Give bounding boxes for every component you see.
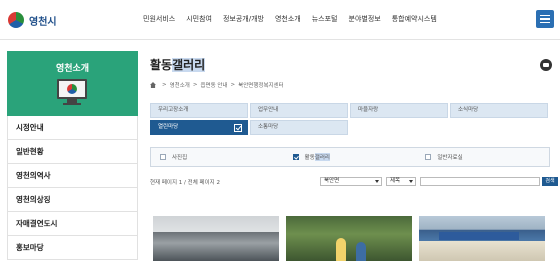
- gallery-thumbnail[interactable]: [153, 216, 279, 261]
- tab-village-pride[interactable]: 마을자랑: [350, 103, 448, 118]
- nav-about-yeongcheon[interactable]: 영천소개: [275, 14, 301, 24]
- breadcrumb-item[interactable]: 영천소개: [170, 81, 190, 89]
- menu-icon: [540, 14, 550, 17]
- nav-information-disclosure[interactable]: 정보공개/개방: [223, 14, 264, 24]
- gallery-thumbnail[interactable]: [286, 216, 412, 261]
- page-info: 현재 페이지 1 / 전체 페이지 2: [150, 180, 220, 186]
- sidebar-menu: 시정안내 일반현황 영천의역사 영천의상징 자매결연도시 홍보마당: [7, 116, 138, 260]
- checkbox-checked[interactable]: [292, 154, 299, 160]
- site-logo[interactable]: 영천시: [8, 10, 68, 30]
- tab-news[interactable]: 소식마당: [450, 103, 548, 118]
- sidebar-title: 영천소개: [55, 64, 90, 74]
- nav-reservation-system[interactable]: 통합예약시스템: [392, 14, 437, 24]
- logo-text: 영천시: [29, 16, 57, 28]
- site-header: 영천시 민원서비스 시민참여 정보공개/개방 영천소개 뉴스포털 분야별정보 통…: [0, 0, 560, 40]
- department-select[interactable]: 북안면: [320, 177, 382, 186]
- sidebar: 영천소개 시정안내 일반현황 영천의역사 영천의상징 자매결연도시 홍보마당: [7, 51, 138, 260]
- nav-civil-service[interactable]: 민원서비스: [143, 14, 175, 24]
- sidebar-item-symbols[interactable]: 영천의상징: [8, 188, 137, 212]
- filter-activity-gallery[interactable]: 활동 갤러리: [284, 153, 417, 161]
- home-icon[interactable]: [150, 82, 156, 88]
- checkbox-icon: [234, 124, 242, 132]
- city-emblem-icon: [67, 84, 77, 94]
- checkbox[interactable]: [160, 154, 166, 160]
- section-tabs: 우리고장소개 업무안내 마을자랑 소식마당 열린마당 소통마당: [150, 103, 550, 137]
- filter-general-archive[interactable]: 일반자료실: [416, 153, 549, 161]
- gallery-thumbnail[interactable]: [419, 216, 545, 261]
- tab-open-forum[interactable]: 열린마당: [150, 120, 248, 135]
- menu-button[interactable]: [536, 10, 554, 28]
- nav-citizen-participation[interactable]: 시민참여: [186, 14, 212, 24]
- search-button[interactable]: 검색: [542, 177, 558, 186]
- sidebar-item-city-guide[interactable]: 시정안내: [8, 116, 137, 140]
- chevron-down-icon: [409, 180, 413, 183]
- banner-image: [439, 232, 519, 240]
- main-nav: 민원서비스 시민참여 정보공개/개방 영천소개 뉴스포털 분야별정보 통합예약시…: [143, 14, 448, 24]
- sidebar-item-promotion[interactable]: 홍보마당: [8, 236, 137, 260]
- search-field-select[interactable]: 제목: [386, 177, 416, 186]
- page-title: 활동갤러리: [150, 58, 206, 72]
- search-input[interactable]: [420, 177, 540, 186]
- sidebar-item-general-status[interactable]: 일반현황: [8, 140, 137, 164]
- nav-news-portal[interactable]: 뉴스포털: [312, 14, 338, 24]
- tab-local-intro[interactable]: 우리고장소개: [150, 103, 248, 118]
- chevron-down-icon: [375, 180, 379, 183]
- print-button[interactable]: [540, 59, 552, 71]
- breadcrumb: > 영천소개 > 읍면동 안내 > 북안면행정복지센터: [150, 81, 284, 89]
- board-filter: 사진집 활동 갤러리 일반자료실: [150, 147, 550, 167]
- tab-work-guide[interactable]: 업무안내: [250, 103, 348, 118]
- monitor-icon: [57, 79, 87, 99]
- city-emblem-icon: [8, 12, 24, 28]
- search-bar: 북안면 제목 검색: [320, 177, 558, 186]
- gallery-grid: [153, 216, 552, 261]
- breadcrumb-item[interactable]: 북안면행정복지센터: [238, 81, 284, 89]
- tab-communication[interactable]: 소통마당: [250, 120, 348, 135]
- filter-photo-album[interactable]: 사진집: [151, 153, 284, 161]
- breadcrumb-item[interactable]: 읍면동 안내: [200, 81, 227, 89]
- nav-field-info[interactable]: 분야별정보: [349, 14, 381, 24]
- checkbox[interactable]: [425, 154, 432, 160]
- sidebar-item-history[interactable]: 영천의역사: [8, 164, 137, 188]
- sidebar-item-sister-cities[interactable]: 자매결연도시: [8, 212, 137, 236]
- sidebar-header: 영천소개: [7, 51, 138, 116]
